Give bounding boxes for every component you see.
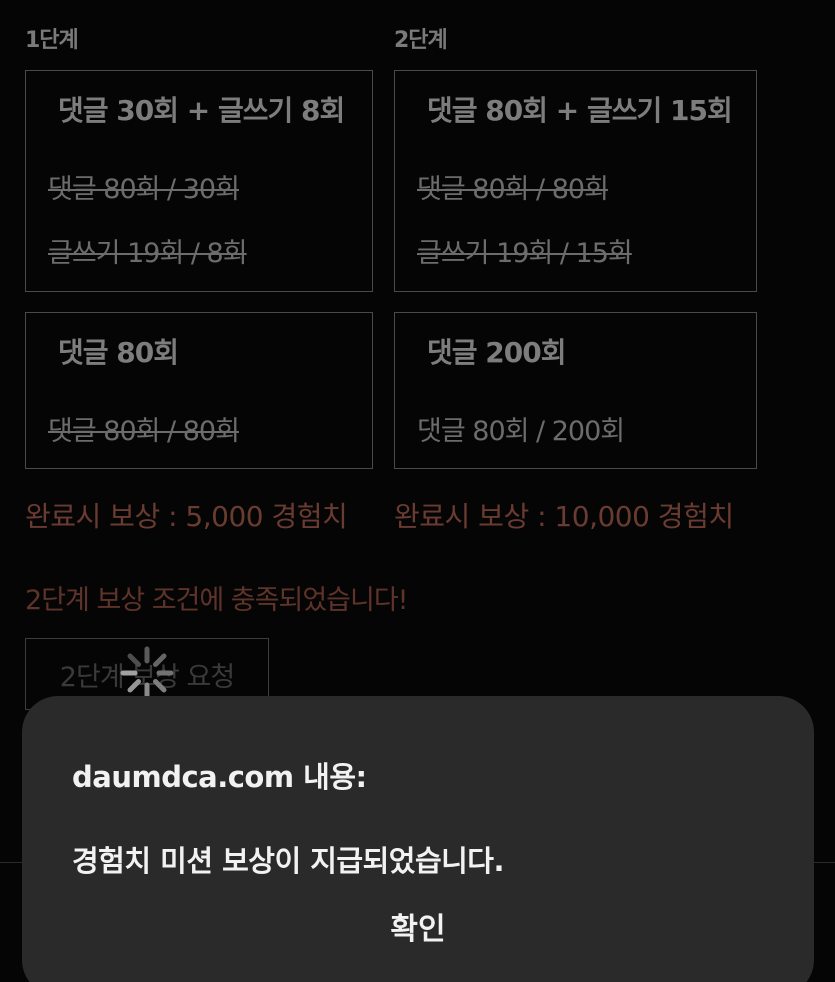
confirm-button[interactable]: 확인 [362,901,474,951]
mission-progress-comments: 댓글 80회 / 80회 [417,174,609,205]
page: 1단계 댓글 30회 + 글쓰기 8회 댓글 80회 / 30회 글쓰기 19회… [0,0,835,982]
stage-2-label: 2단계 [394,28,448,53]
stage-1-reward: 완료시 보상 : 5,000 경험치 [25,500,348,533]
stage-1-label: 1단계 [25,28,79,53]
mission-title: 댓글 80회 [58,336,179,369]
condition-met-notice: 2단계 보상 조건에 충족되었습니다! [25,585,409,616]
stage-1-mission-box-1: 댓글 30회 + 글쓰기 8회 댓글 80회 / 30회 글쓰기 19회 / 8… [25,70,373,292]
mission-progress-comments: 댓글 80회 / 200회 [417,416,625,447]
mission-progress-posts: 글쓰기 19회 / 15회 [417,238,633,269]
dialog-title: daumdca.com 내용: [72,760,367,794]
dialog-message: 경험치 미션 보상이 지급되었습니다. [72,844,505,878]
mission-title: 댓글 80회 + 글쓰기 15회 [427,94,733,127]
stage-2-mission-box-1: 댓글 80회 + 글쓰기 15회 댓글 80회 / 80회 글쓰기 19회 / … [394,70,757,292]
mission-title: 댓글 200회 [427,336,566,369]
mission-progress-comments: 댓글 80회 / 80회 [48,416,240,447]
stage-2-mission-box-2: 댓글 200회 댓글 80회 / 200회 [394,312,757,469]
stage-1-mission-box-2: 댓글 80회 댓글 80회 / 80회 [25,312,373,469]
mission-progress-posts: 글쓰기 19회 / 8회 [48,238,248,269]
alert-dialog: daumdca.com 내용: 경험치 미션 보상이 지급되었습니다. 확인 [22,696,814,982]
mission-title: 댓글 30회 + 글쓰기 8회 [58,94,345,127]
mission-progress-comments: 댓글 80회 / 30회 [48,174,240,205]
stage-2-reward: 완료시 보상 : 10,000 경험치 [394,500,734,533]
